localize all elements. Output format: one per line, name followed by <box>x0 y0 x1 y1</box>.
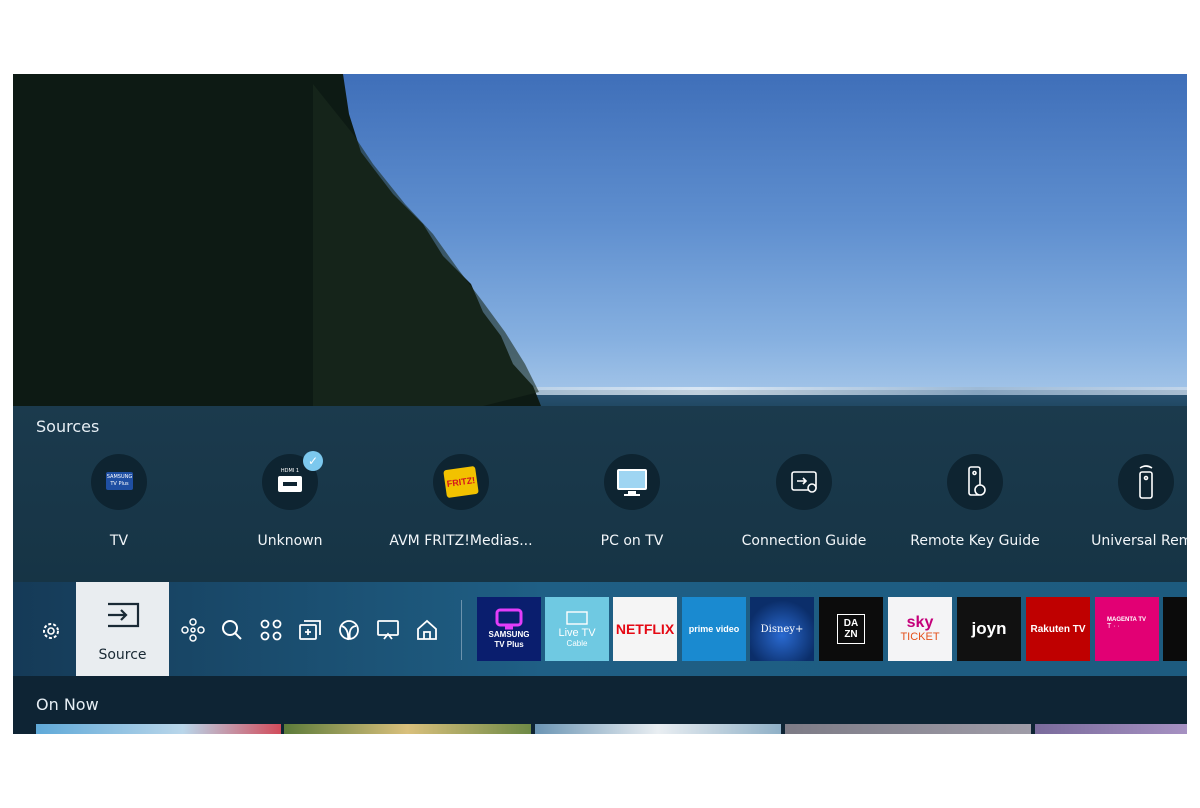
live-tv-icon <box>566 610 588 625</box>
app-dazn[interactable]: DAZN <box>819 597 883 661</box>
app-label: DAZN <box>837 614 865 644</box>
search-icon[interactable] <box>219 617 245 643</box>
app-label: sky <box>906 614 934 631</box>
hdmi-label: HDMI 1 <box>280 468 300 474</box>
app-label: Live TV <box>558 626 596 639</box>
app-netflix[interactable]: NETFLIX <box>613 597 677 661</box>
source-label-universal-remote: Universal Remo <box>1091 533 1187 549</box>
sources-title: Sources <box>36 417 100 436</box>
app-samsung-tv-plus[interactable]: SAMSUNG TV Plus <box>477 597 541 661</box>
on-now-thumbnail[interactable] <box>284 724 531 734</box>
app-label: joyn <box>971 619 1007 638</box>
app-disney-plus[interactable]: Disney+ <box>750 597 814 661</box>
on-now-thumbnail[interactable] <box>535 724 781 734</box>
sports-icon[interactable] <box>336 617 362 643</box>
app-sky-ticket[interactable]: sky TICKET <box>888 597 952 661</box>
monitor-icon <box>604 454 660 510</box>
remote-key-guide-icon <box>947 454 1003 510</box>
app-prime-video[interactable]: prime video <box>682 597 746 661</box>
tv-badge-text: SAMSUNG TV Plus <box>106 472 133 490</box>
app-label: Disney+ <box>760 623 804 635</box>
ambient-icon[interactable] <box>180 617 206 643</box>
source-item-universal-remote[interactable]: Universal Remo <box>1061 454 1187 554</box>
app-joyn[interactable]: joyn <box>957 597 1021 661</box>
source-label-unknown: Unknown <box>257 533 323 549</box>
source-label-fritz: AVM FRITZ!Medias... <box>389 533 533 549</box>
source-item-tv[interactable]: SAMSUNG TV Plus TV <box>34 454 204 554</box>
forest-silhouette <box>13 74 541 406</box>
hdmi-port <box>278 476 302 492</box>
source-label-tv: TV <box>109 533 129 549</box>
app-magenta-tv[interactable]: MAGENTA TV T · · <box>1095 597 1159 661</box>
source-button[interactable]: Source <box>76 582 169 676</box>
on-now-thumbnail[interactable] <box>785 724 1031 734</box>
on-now-title: On Now <box>36 695 99 714</box>
sources-panel: Sources SAMSUNG TV Plus TV HDMI 1 ✓ Unkn… <box>13 406 1187 582</box>
smart-hub-bar: Source SAMSUNG TV Plus Live TV Cable NET… <box>13 582 1187 676</box>
connection-guide-icon <box>776 454 832 510</box>
source-item-fritz[interactable]: FRITZ! AVM FRITZ!Medias... <box>376 454 546 554</box>
fritz-badge: FRITZ! <box>443 465 479 499</box>
on-now-thumbnail[interactable] <box>1035 724 1187 734</box>
app-rakuten-tv[interactable]: Rakuten TV <box>1026 597 1090 661</box>
source-item-remote-key-guide[interactable]: Remote Key Guide <box>890 454 1060 554</box>
source-button-label: Source <box>98 647 147 663</box>
bar-divider <box>461 600 462 660</box>
universal-remote-icon <box>1118 454 1174 510</box>
tv-screen: Sources SAMSUNG TV Plus TV HDMI 1 ✓ Unkn… <box>13 74 1187 734</box>
gear-icon[interactable] <box>38 618 64 644</box>
app-label: NETFLIX <box>615 621 675 637</box>
app-sublabel: TICKET <box>900 631 940 643</box>
source-item-unknown[interactable]: HDMI 1 ✓ Unknown <box>205 451 375 554</box>
source-item-connection-guide[interactable]: Connection Guide <box>719 454 889 554</box>
app-sublabel: Cable <box>566 638 588 648</box>
tv-plus-logo-icon <box>495 608 523 630</box>
samsung-tv-plus-icon: SAMSUNG TV Plus <box>91 454 147 510</box>
fritz-logo-icon: FRITZ! <box>433 454 489 510</box>
app-label: Rakuten TV <box>1030 623 1086 635</box>
home-icon[interactable] <box>414 617 440 643</box>
source-label-remote-key-guide: Remote Key Guide <box>910 533 1040 549</box>
on-now-section: On Now <box>13 676 1187 734</box>
app-label: SAMSUNG TV Plus <box>488 630 530 649</box>
app-label: prime video <box>688 624 740 634</box>
apple-icon <box>1185 619 1187 639</box>
multiview-icon[interactable] <box>375 617 401 643</box>
apps-icon[interactable] <box>258 617 284 643</box>
live-tv-preview <box>13 74 1187 406</box>
app-live-tv[interactable]: Live TV Cable <box>545 597 609 661</box>
source-icon <box>108 602 140 628</box>
guide-icon[interactable] <box>297 617 323 643</box>
app-apple-tv[interactable] <box>1163 597 1187 661</box>
app-sublabel: T · · <box>1107 623 1120 630</box>
source-label-pc-on-tv: PC on TV <box>600 533 664 549</box>
connected-check-icon: ✓ <box>303 451 323 471</box>
source-label-connection-guide: Connection Guide <box>741 533 867 549</box>
source-item-pc-on-tv[interactable]: PC on TV <box>547 454 717 554</box>
on-now-thumbnail[interactable] <box>36 724 281 734</box>
